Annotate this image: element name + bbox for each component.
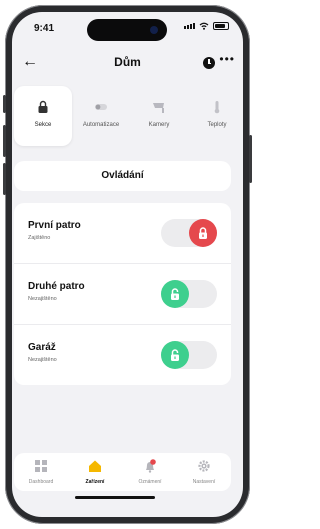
- status-time: 9:41: [34, 23, 55, 34]
- lock-icon: [38, 100, 48, 113]
- lock-toggle[interactable]: [161, 341, 217, 369]
- nav-label: Zařízení: [85, 479, 105, 485]
- lock-toggle[interactable]: [161, 219, 217, 247]
- signal-icon: [184, 23, 195, 29]
- zone-status: Nezajištěno: [28, 296, 57, 302]
- toggle-knob: [189, 219, 217, 247]
- dynamic-island: [87, 19, 167, 41]
- section-tabs: Sekce Automatizace Kamery Teploty: [14, 86, 244, 146]
- header: ← Dům •••: [12, 47, 243, 83]
- zone-list: První patro Zajištěno Druhé patro Nezaji…: [14, 203, 231, 385]
- tab-label: Kamery: [148, 122, 170, 128]
- tab-label: Teploty: [207, 122, 227, 128]
- control-button[interactable]: Ovládání: [14, 161, 231, 191]
- volume-down-button: [3, 163, 6, 195]
- mute-switch: [3, 95, 6, 113]
- zone-name: První patro: [28, 220, 81, 231]
- gear-icon: [198, 460, 210, 472]
- list-item: Garáž Nezajištěno: [14, 325, 231, 385]
- toggle-knob: [161, 280, 189, 308]
- more-options-icon[interactable]: •••: [219, 52, 235, 66]
- nav-label: Nastavení: [192, 479, 216, 485]
- lock-open-icon: [171, 349, 179, 361]
- list-item: Druhé patro Nezajištěno: [14, 264, 231, 324]
- bell-icon: [146, 459, 156, 473]
- volume-up-button: [3, 125, 6, 157]
- zone-name: Garáž: [28, 342, 56, 353]
- zone-status: Zajištěno: [28, 235, 51, 241]
- nav-dashboard[interactable]: Dashboard: [14, 453, 68, 491]
- history-clock-icon[interactable]: [203, 57, 215, 69]
- bottom-nav: Dashboard Zařízení Oznámení Nastavení: [14, 453, 231, 491]
- tab-automatizace[interactable]: Automatizace: [72, 86, 130, 146]
- lock-toggle[interactable]: [161, 280, 217, 308]
- tab-label: Automatizace: [82, 122, 120, 128]
- dashboard-icon: [35, 460, 47, 472]
- home-indicator[interactable]: [75, 496, 155, 499]
- thermometer-icon: [214, 101, 220, 114]
- tab-kamery[interactable]: Kamery: [130, 86, 188, 146]
- nav-label: Dashboard: [28, 479, 54, 485]
- nav-nastaveni[interactable]: Nastavení: [177, 453, 231, 491]
- camera-dot-icon: [150, 26, 158, 34]
- nav-oznameni[interactable]: Oznámení: [123, 453, 177, 491]
- tab-label: Sekce: [34, 122, 52, 128]
- nav-zarizeni[interactable]: Zařízení: [68, 453, 122, 491]
- status-bar: 9:41: [12, 12, 243, 42]
- camera-icon: [153, 103, 164, 113]
- power-button: [249, 135, 252, 183]
- nav-label: Oznámení: [138, 479, 162, 485]
- toggle-knob: [161, 341, 189, 369]
- tab-sekce[interactable]: Sekce: [14, 86, 72, 146]
- list-item: První patro Zajištěno: [14, 203, 231, 263]
- tab-teploty[interactable]: Teploty: [188, 86, 246, 146]
- status-icons: [184, 22, 229, 30]
- zone-name: Druhé patro: [28, 281, 85, 292]
- lock-closed-icon: [199, 227, 207, 239]
- zone-status: Nezajištěno: [28, 357, 57, 363]
- notification-badge: [150, 459, 156, 465]
- battery-icon: [213, 22, 229, 30]
- lock-open-icon: [171, 288, 179, 300]
- toggle-icon: [95, 104, 107, 110]
- wifi-icon: [199, 22, 209, 30]
- home-icon: [89, 460, 101, 472]
